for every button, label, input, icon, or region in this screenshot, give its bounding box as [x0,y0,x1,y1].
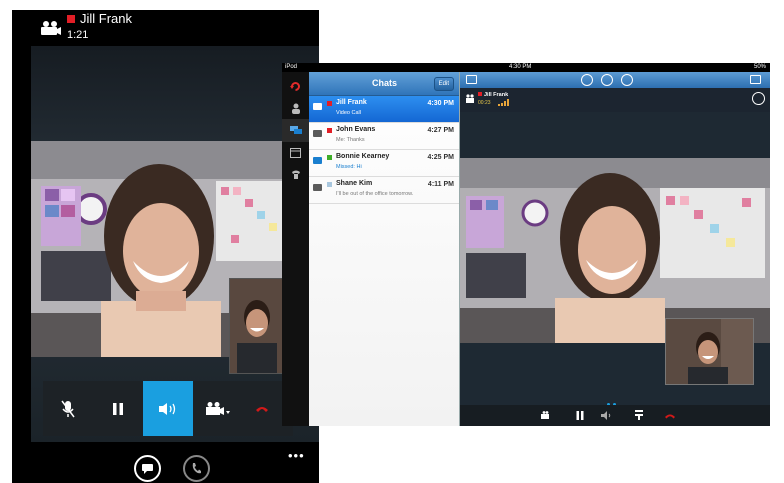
chat-time: 4:27 PM [427,127,454,134]
ipad-status-bar: iPod 4:30 PM 50% [282,63,770,72]
presence-indicator [67,15,75,23]
video-options-button[interactable] [193,381,243,436]
speaker-button[interactable] [600,408,614,422]
speaker-icon [158,402,176,415]
microphone-off-icon [61,400,75,417]
battery-level: 50% [753,64,766,70]
chat-icon [142,463,153,474]
chat-contact-name: John Evans [336,126,376,133]
self-view-image [230,279,282,373]
chat-list-item[interactable]: Bonnie Kearney Missed: Hi 4:25 PM [309,150,459,177]
signal-strength-icon [498,99,509,106]
video-call-icon [41,21,61,35]
call-duration: 00:23 [478,100,491,106]
presence-indicator [327,155,332,160]
phone-app: Jill Frank 1:21 ••• [12,10,319,483]
chat-preview: Missed: Hi [336,164,362,170]
chat-list-item[interactable]: Jill Frank Video Call 4:30 PM [309,96,459,123]
mute-button[interactable] [43,381,93,436]
rail-calendar[interactable] [282,141,309,164]
end-call-button[interactable] [663,408,677,422]
speaker-icon [601,410,611,420]
chat-list-item[interactable]: Shane Kim I'll be out of the office tomo… [309,177,459,204]
rail-contacts[interactable] [282,97,309,120]
phone-call-header: Jill Frank 1:21 [12,10,319,46]
remote-video-image [460,158,770,343]
ipad-call-controls [460,405,770,426]
chat-list-item[interactable]: John Evans Me: Thanks 4:27 PM [309,123,459,150]
status-time: 4:30 PM [509,64,532,70]
video-call-icon [466,94,474,103]
more-menu[interactable]: ••• [288,448,305,463]
contact-name: Jill Frank [80,11,133,26]
phone-icon[interactable] [601,74,613,86]
contact-name: Jill Frank [484,92,509,98]
edit-button[interactable]: Edit [433,77,454,91]
pause-icon [112,402,123,415]
rail-phone[interactable] [282,163,309,186]
hold-button[interactable] [93,381,143,436]
remote-video [460,158,770,343]
call-toolbar [460,72,770,88]
presence-indicator [327,101,332,106]
call-button[interactable] [183,455,210,482]
conference-icon[interactable] [621,74,633,86]
calendar-icon [290,147,301,158]
share-icon[interactable] [750,75,761,84]
chat-icon[interactable] [581,74,593,86]
chats-icon [289,125,302,134]
chat-contact-name: Jill Frank [336,99,367,106]
nav-rail [282,72,309,426]
keypad-icon [635,410,643,420]
presence-indicator [478,92,482,96]
rail-chats[interactable] [282,119,309,142]
contacts-icon [291,103,300,114]
chat-time: 4:25 PM [427,154,454,161]
chat-time: 4:30 PM [427,100,454,107]
screenshot-stage: Jill Frank 1:21 ••• iPod 4:30 PM 50% Cha… [0,0,784,483]
chat-button[interactable] [134,455,161,482]
chat-preview: Me: Thanks [336,137,365,143]
phone-app-bar: ••• [12,442,319,483]
chat-bubble-icon [313,184,322,191]
chat-contact-name: Shane Kim [336,180,373,187]
phone-icon [192,463,201,474]
hang-up-icon [665,414,675,418]
sidebar-toggle-icon[interactable] [466,75,477,84]
call-info-bar: Jill Frank 00:23 [460,88,770,112]
self-view-video [229,278,283,374]
video-options-button[interactable] [540,408,554,422]
rail-refresh[interactable] [282,75,309,98]
chat-preview: I'll be out of the office tomorrow. [336,191,414,197]
chat-bubble-icon [313,130,322,137]
presence-indicator [327,128,332,133]
pause-icon [576,410,584,420]
ipad-call-pane: Jill Frank 00:23 [460,72,770,426]
call-duration: 1:21 [67,29,89,41]
hold-button[interactable] [573,408,587,422]
chat-preview: Video Call [336,110,361,116]
video-camera-icon [205,401,230,415]
video-camera-icon [541,410,549,419]
keypad-button[interactable] [632,408,646,422]
device-label: iPod [285,64,298,70]
ipad-app: iPod 4:30 PM 50% Chats Edit Jill Frank V… [282,63,770,426]
chat-contact-name: Bonnie Kearney [336,153,390,160]
hang-up-icon [255,406,268,412]
chat-bubble-icon [313,157,322,164]
microphone-icon[interactable] [752,92,765,105]
chats-panel: Chats Edit Jill Frank Video Call 4:30 PM… [309,72,460,426]
call-controls-bar [43,381,293,436]
self-view-video [665,318,754,385]
chat-time: 4:11 PM [427,181,454,188]
phone-icon [291,170,300,179]
refresh-icon [290,82,300,91]
presence-indicator [327,182,332,187]
self-view-image [666,319,753,384]
speaker-button[interactable] [142,381,193,436]
chats-header: Chats Edit [309,72,459,96]
video-call-icon [313,103,322,110]
